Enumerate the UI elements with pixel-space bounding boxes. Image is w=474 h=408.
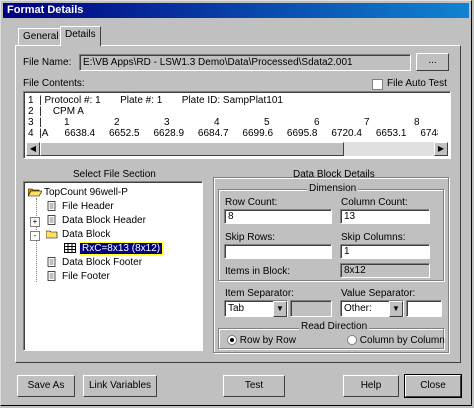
file-auto-test-label: File Auto Test bbox=[387, 78, 447, 89]
value-separator-select[interactable]: Other: ▼ bbox=[340, 300, 404, 317]
tree-item[interactable]: Data Block Footer bbox=[46, 256, 142, 270]
row-count-value: 8 bbox=[228, 211, 234, 222]
chevron-down-icon[interactable]: ▼ bbox=[389, 301, 403, 317]
document-icon bbox=[46, 215, 58, 226]
help-label: Help bbox=[360, 380, 382, 391]
row-count-input[interactable]: 8 bbox=[224, 209, 332, 224]
tree-item[interactable]: + Data Block Header bbox=[30, 214, 146, 228]
tab-details-label: Details bbox=[65, 29, 96, 40]
tab-general-label: General bbox=[23, 31, 59, 42]
skip-rows-label: Skip Rows: bbox=[225, 232, 276, 243]
file-contents-line: 3 | 1 2 3 4 5 6 7 8 9 bbox=[28, 117, 438, 128]
tree-item[interactable]: File Header bbox=[46, 200, 114, 214]
skip-columns-label: Skip Columns: bbox=[341, 232, 406, 243]
value-separator-other-input[interactable] bbox=[406, 300, 442, 317]
expand-icon[interactable]: + bbox=[30, 217, 40, 227]
tree-item-label: Data Block Footer bbox=[62, 257, 143, 268]
window-title: Format Details bbox=[7, 4, 84, 16]
collapse-icon[interactable]: - bbox=[30, 231, 40, 241]
skip-columns-input[interactable]: 1 bbox=[340, 244, 430, 259]
test-label: Test bbox=[244, 380, 264, 391]
tree-item-label: TopCount 96well-P bbox=[44, 187, 128, 198]
file-auto-test-checkbox[interactable] bbox=[372, 79, 383, 90]
column-by-column-label: Column by Column bbox=[359, 335, 445, 346]
file-contents-text: 1 | Protocol #: 1 Plate #: 1 Plate ID: S… bbox=[28, 95, 438, 141]
column-by-column-option[interactable]: Column by Column bbox=[347, 335, 445, 346]
browse-button[interactable]: ... bbox=[416, 53, 449, 71]
tab-general[interactable]: General bbox=[18, 28, 64, 45]
document-icon bbox=[46, 257, 58, 268]
test-button[interactable]: Test bbox=[223, 375, 285, 397]
tree-item[interactable]: TopCount 96well-P bbox=[27, 186, 128, 200]
folder-icon bbox=[45, 229, 58, 239]
column-by-column-radio[interactable] bbox=[347, 335, 357, 346]
value-separator-label: Value Separator: bbox=[341, 288, 416, 299]
horizontal-scrollbar[interactable]: ◀ ▶ bbox=[26, 142, 448, 156]
file-name-label: File Name: bbox=[23, 57, 72, 68]
help-button[interactable]: Help bbox=[343, 375, 399, 397]
skip-columns-value: 1 bbox=[344, 246, 350, 257]
file-contents-line: 1 | Protocol #: 1 Plate #: 1 Plate ID: S… bbox=[28, 95, 283, 106]
close-label: Close bbox=[420, 380, 446, 391]
title-bar: Format Details bbox=[3, 3, 469, 18]
tree-item[interactable]: RxC=8x13 (8x12) bbox=[64, 242, 164, 256]
chevron-down-icon[interactable]: ▼ bbox=[273, 301, 287, 317]
scrollbar-thumb[interactable] bbox=[40, 142, 344, 156]
tree-item-label: RxC=8x13 (8x12) bbox=[78, 242, 164, 255]
tree-item-label: Data Block Header bbox=[62, 215, 146, 226]
tree-item-label: Data Block bbox=[62, 229, 111, 240]
tree-item[interactable]: File Footer bbox=[46, 270, 110, 284]
save-as-button[interactable]: Save As bbox=[17, 375, 75, 397]
row-by-row-radio[interactable] bbox=[227, 335, 237, 346]
document-icon bbox=[46, 271, 58, 282]
file-contents-line: 2 | CPM A bbox=[28, 106, 84, 117]
read-direction-title: Read Direction bbox=[299, 321, 370, 332]
column-count-input[interactable]: 13 bbox=[340, 209, 430, 224]
file-section-tree[interactable]: TopCount 96well-P File Header + Data Block … bbox=[23, 181, 203, 351]
tree-item-label: File Footer bbox=[62, 271, 110, 282]
file-name-value: E:\VB Apps\RD - LSW1.3 Demo\Data\Process… bbox=[83, 57, 353, 68]
item-separator-other-input bbox=[290, 300, 332, 317]
items-in-block-value: 8x12 bbox=[344, 265, 366, 276]
link-variables-button[interactable]: Link Variables bbox=[83, 375, 157, 397]
items-in-block-field: 8x12 bbox=[340, 263, 430, 278]
scroll-left-icon[interactable]: ◀ bbox=[26, 142, 40, 156]
file-contents-line: 4 |A 6638.4 6652.5 6628.9 6684.7 6699.6 … bbox=[28, 128, 438, 139]
link-variables-label: Link Variables bbox=[88, 380, 152, 391]
item-separator-value: Tab bbox=[228, 303, 245, 314]
row-count-label: Row Count: bbox=[225, 197, 278, 208]
close-button[interactable]: Close bbox=[404, 374, 462, 398]
value-separator-value: Other: bbox=[344, 303, 372, 314]
document-icon bbox=[46, 201, 58, 212]
item-separator-select[interactable]: Tab ▼ bbox=[224, 300, 288, 317]
tab-details[interactable]: Details bbox=[60, 26, 101, 46]
tree-item-label: File Header bbox=[62, 201, 114, 212]
select-file-section-title: Select File Section bbox=[73, 169, 156, 180]
skip-rows-input[interactable] bbox=[224, 244, 332, 259]
column-count-value: 13 bbox=[344, 211, 356, 222]
file-contents-box[interactable]: 1 | Protocol #: 1 Plate #: 1 Plate ID: S… bbox=[23, 91, 451, 159]
browse-button-label: ... bbox=[428, 55, 437, 66]
row-by-row-label: Row by Row bbox=[239, 335, 296, 346]
dimension-title: Dimension bbox=[307, 183, 359, 194]
tree-items: TopCount 96well-P File Header + Data Block … bbox=[24, 182, 200, 348]
grid-icon bbox=[64, 243, 76, 254]
row-by-row-option[interactable]: Row by Row bbox=[227, 335, 296, 346]
item-separator-label: Item Separator: bbox=[225, 288, 294, 299]
tree-item[interactable]: - Data Block bbox=[30, 228, 111, 242]
save-as-label: Save As bbox=[27, 380, 65, 391]
scroll-right-icon[interactable]: ▶ bbox=[434, 142, 448, 156]
open-folder-icon bbox=[27, 187, 43, 198]
column-count-label: Column Count: bbox=[341, 197, 408, 208]
file-contents-label: File Contents: bbox=[23, 78, 85, 89]
format-details-window: Format Details General Details File Name… bbox=[0, 0, 472, 406]
file-name-field[interactable]: E:\VB Apps\RD - LSW1.3 Demo\Data\Process… bbox=[79, 54, 411, 71]
items-in-block-label: Items in Block: bbox=[225, 266, 291, 277]
